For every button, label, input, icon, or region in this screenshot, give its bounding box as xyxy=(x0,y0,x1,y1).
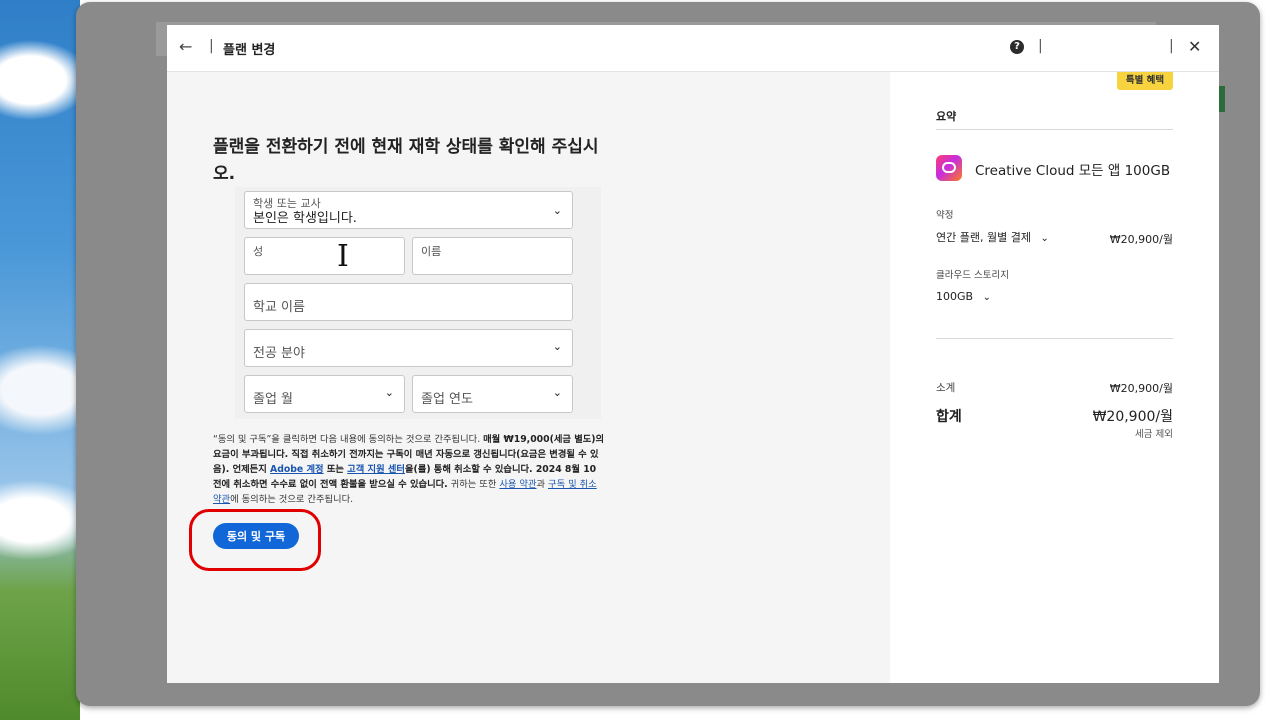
chevron-down-icon: ⌄ xyxy=(982,292,991,303)
legal-text: 과 xyxy=(536,479,549,490)
agree-subscribe-button[interactable]: 동의 및 구독 xyxy=(213,523,299,549)
total-label: 합계 xyxy=(936,409,962,425)
help-icon[interactable]: ? xyxy=(1010,40,1024,54)
desktop-wallpaper xyxy=(0,0,80,720)
grad-year-placeholder: 졸업 연도 xyxy=(421,392,473,407)
special-offer-badge: 특별 혜택 xyxy=(1117,72,1173,90)
legal-text-bold: 또는 xyxy=(323,464,348,475)
chevron-down-icon: ⌄ xyxy=(1040,233,1049,244)
legal-terms: “동의 및 구독”을 클릭하면 다음 내용에 동의하는 것으로 간주됩니다. 매… xyxy=(213,432,605,507)
tax-note: 세금 제외 xyxy=(1135,429,1173,440)
chevron-down-icon: ⌄ xyxy=(384,386,394,399)
verification-panel: 플랜을 전환하기 전에 현재 재학 상태를 확인해 주십시오. 학생 또는 교사… xyxy=(167,72,890,683)
role-select[interactable]: 학생 또는 교사 본인은 학생입니다. ⌄ xyxy=(244,191,573,229)
chevron-down-icon: ⌄ xyxy=(552,386,562,399)
adobe-account-link[interactable]: Adobe 계정 xyxy=(270,464,324,475)
subtotal-price: ₩20,900/월 xyxy=(1109,382,1173,395)
major-placeholder: 전공 분야 xyxy=(253,346,305,361)
first-name-label: 이름 xyxy=(421,245,442,258)
close-icon[interactable]: ✕ xyxy=(1188,37,1201,56)
change-plan-modal: ← | 플랜 변경 ? | | ✕ 플랜을 전환하기 전에 현재 재학 상태를 … xyxy=(167,25,1219,683)
chevron-down-icon: ⌄ xyxy=(552,204,562,217)
divider xyxy=(936,338,1173,339)
chevron-down-icon: ⌄ xyxy=(552,340,562,353)
subtotal-label: 소계 xyxy=(936,382,956,394)
total-price: ₩20,900/월 xyxy=(1092,409,1173,425)
major-select[interactable]: 전공 분야 ⌄ xyxy=(244,329,573,367)
school-name-placeholder: 학교 이름 xyxy=(253,300,305,315)
first-name-input[interactable]: 이름 xyxy=(412,237,573,275)
modal-header: ← | 플랜 변경 ? | | ✕ xyxy=(167,25,1219,72)
order-summary: 특별 혜택 요약 Creative Cloud 모든 앱 100GB 약정 연간… xyxy=(890,72,1219,683)
background-accent xyxy=(1219,86,1225,112)
school-name-input[interactable]: 학교 이름 xyxy=(244,283,573,321)
grad-year-select[interactable]: 졸업 연도 ⌄ xyxy=(412,375,573,413)
storage-value: 100GB xyxy=(936,290,974,303)
divider xyxy=(936,129,1173,130)
text-cursor-icon: I xyxy=(337,239,349,274)
arrow-left-icon[interactable]: ← xyxy=(179,37,192,56)
legal-text: 귀하는 또한 xyxy=(447,479,500,490)
legal-text: “동의 및 구독”을 클릭하면 다음 내용에 동의하는 것으로 간주됩니다. xyxy=(213,434,484,445)
storage-label: 클라우드 스토리지 xyxy=(936,270,1009,281)
creative-cloud-icon xyxy=(936,155,962,181)
storage-select[interactable]: 100GB ⌄ xyxy=(936,290,991,303)
legal-text: 에 동의하는 것으로 간주됩니다. xyxy=(230,494,354,505)
support-center-link[interactable]: 고객 지원 센터 xyxy=(347,464,405,475)
term-label: 약정 xyxy=(936,210,954,221)
header-separator: | xyxy=(1169,38,1174,54)
term-value: 연간 플랜, 월별 결제 xyxy=(936,231,1031,244)
last-name-input[interactable]: 성 xyxy=(244,237,405,275)
header-separator: | xyxy=(209,38,214,54)
last-name-label: 성 xyxy=(253,245,264,258)
summary-title: 요약 xyxy=(936,110,957,123)
terms-of-use-link[interactable]: 사용 약관 xyxy=(499,479,536,490)
grad-month-placeholder: 졸업 월 xyxy=(253,392,294,407)
term-price: ₩20,900/월 xyxy=(1109,233,1173,246)
product-name: Creative Cloud 모든 앱 100GB xyxy=(975,163,1171,179)
header-separator: | xyxy=(1038,38,1043,54)
role-value: 본인은 학생입니다. xyxy=(253,211,357,226)
form-heading: 플랜을 전환하기 전에 현재 재학 상태를 확인해 주십시오. xyxy=(213,137,599,184)
grad-month-select[interactable]: 졸업 월 ⌄ xyxy=(244,375,405,413)
student-form: 학생 또는 교사 본인은 학생입니다. ⌄ 성 이름 학교 이름 전공 분야 ⌄… xyxy=(235,187,601,419)
modal-title: 플랜 변경 xyxy=(223,43,276,58)
term-select[interactable]: 연간 플랜, 월별 결제 ⌄ xyxy=(936,229,1049,245)
